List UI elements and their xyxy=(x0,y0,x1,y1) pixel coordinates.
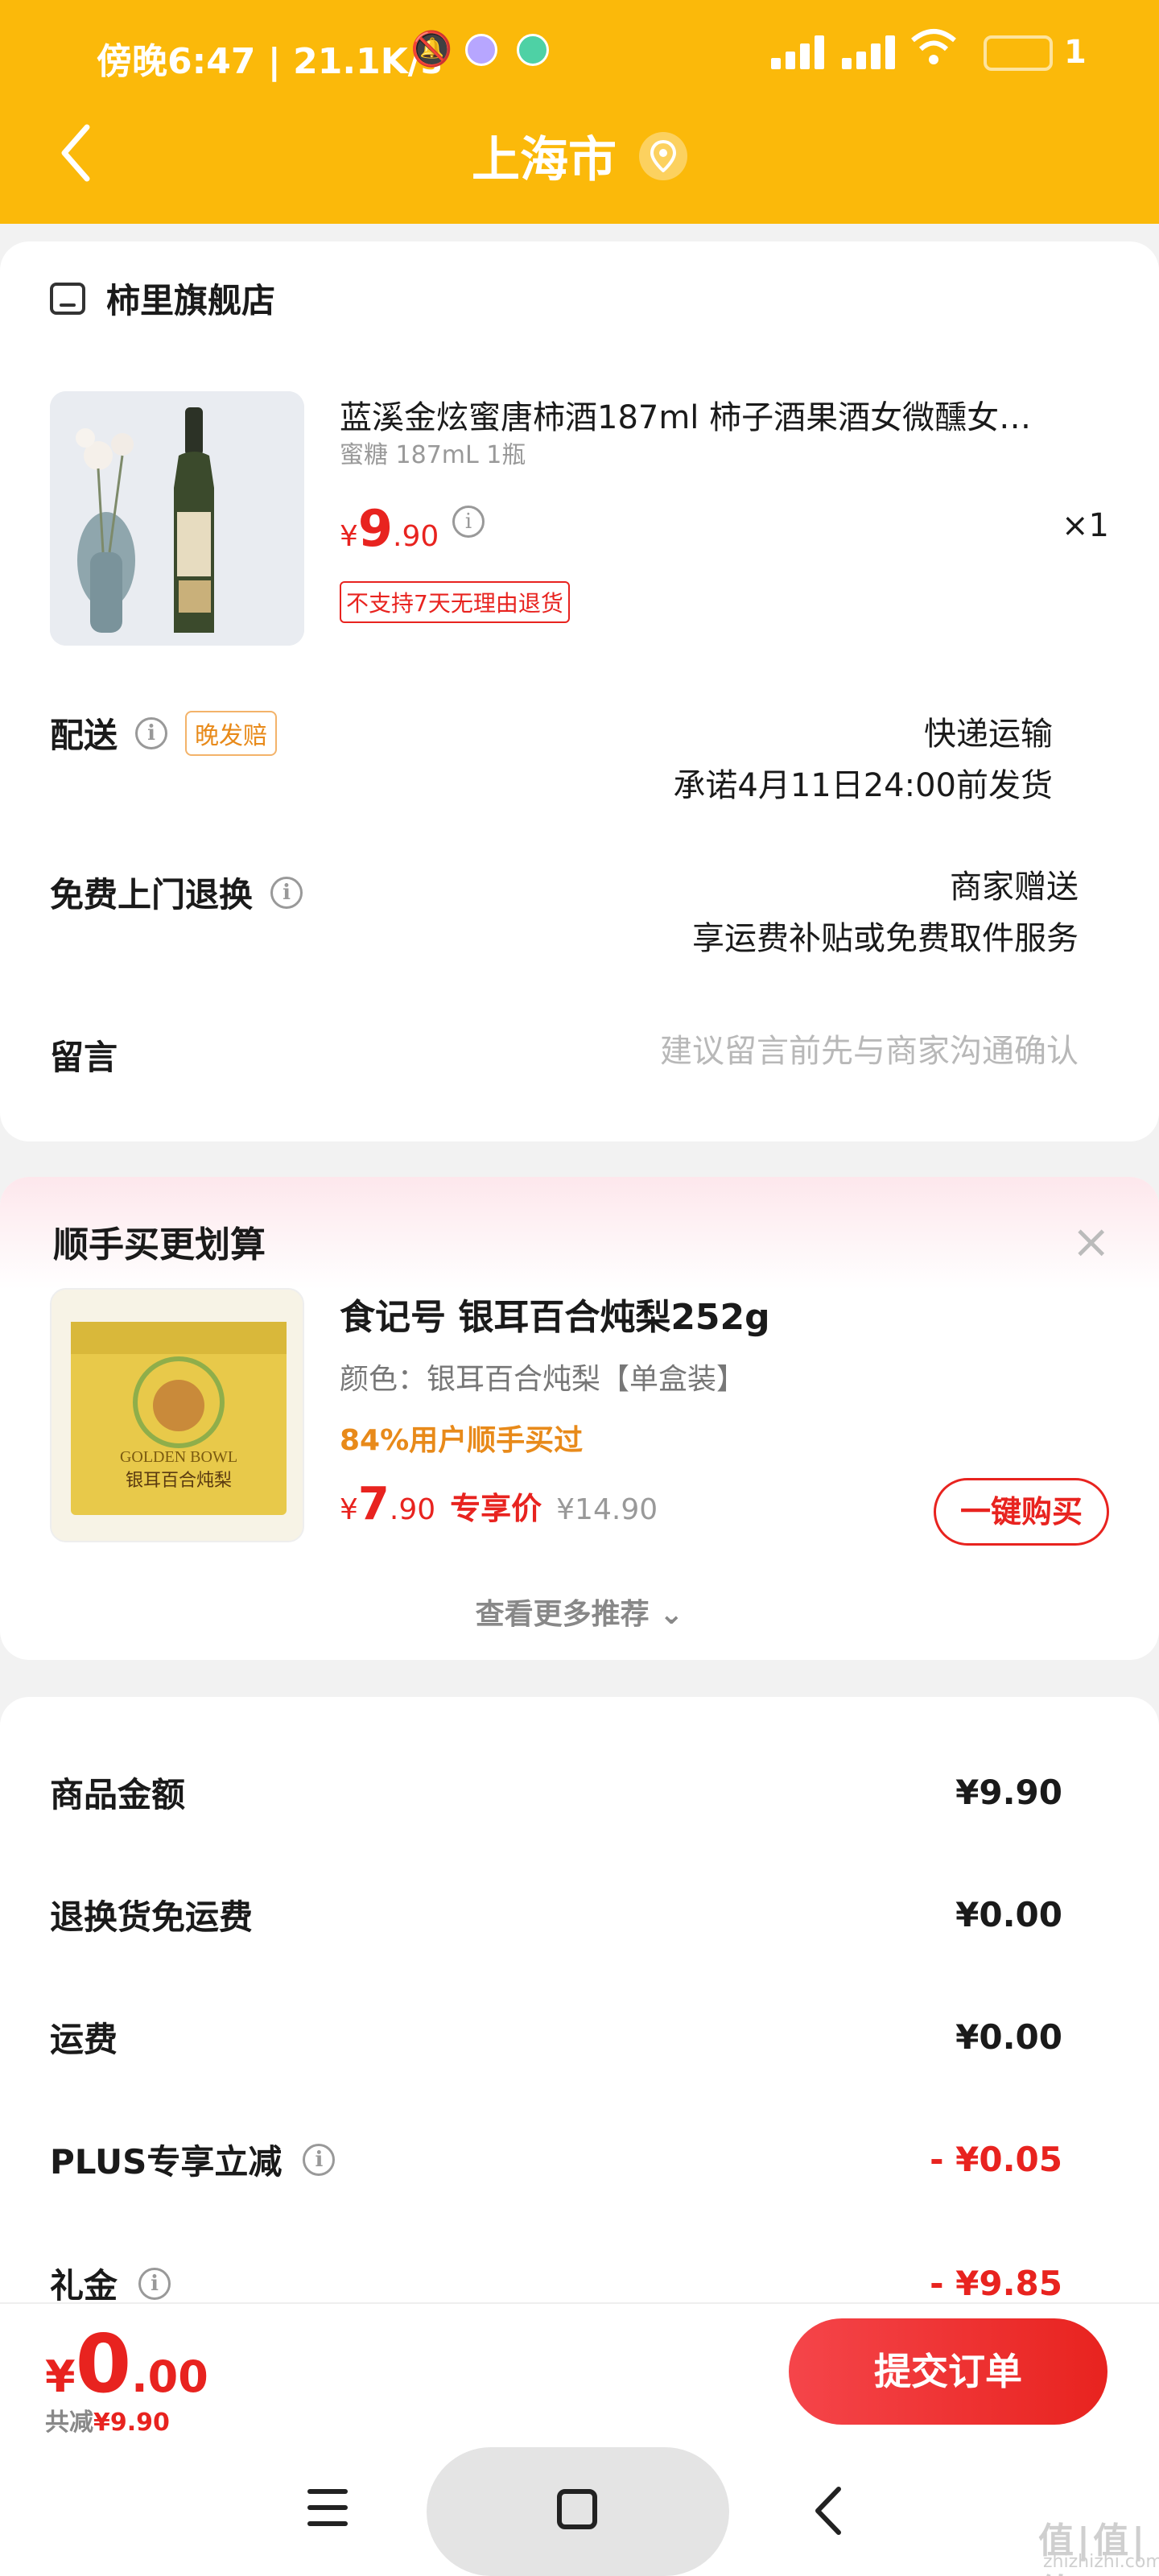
product-quantity: ×1 xyxy=(1062,507,1109,544)
app-notification-icon xyxy=(465,34,497,66)
summary-value: ¥9.90 xyxy=(955,1773,1062,1812)
summary-value: - ¥0.05 xyxy=(930,2140,1062,2179)
location-pin-icon[interactable] xyxy=(639,131,687,180)
summary-label: 退换货免运费 xyxy=(50,1897,254,1937)
bell-muted-icon: 🔕 xyxy=(410,29,453,68)
gift-info-icon[interactable]: i xyxy=(138,2267,171,2300)
recommend-title: 顺手买更划算 xyxy=(53,1224,266,1265)
summary-row-return-freight: 退换货免运费 ¥0.00 xyxy=(50,1890,1062,1939)
status-time: 傍晚6:47 | 21.1K/s xyxy=(97,41,443,82)
watermark-sub: zhizhizhi.com xyxy=(1043,2552,1159,2572)
summary-label: 礼金 xyxy=(50,2266,118,2306)
total-currency: ¥ xyxy=(45,2351,76,2402)
summary-row-freight: 运费 ¥0.00 xyxy=(50,2013,1062,2062)
summary-row-goods: 商品金额 ¥9.90 xyxy=(50,1768,1062,1817)
saved-value: ¥9.90 xyxy=(93,2409,170,2437)
recommend-price-decimal: .90 xyxy=(389,1493,436,1526)
summary-value: ¥0.00 xyxy=(955,1895,1062,1934)
summary-label: 运费 xyxy=(50,2020,118,2059)
top-header: 傍晚6:47 | 21.1K/s 🔕 1 上海市 xyxy=(0,0,1159,224)
original-price: ¥14.90 xyxy=(556,1493,658,1526)
delivery-row-label: 配送 i 晚发赔 xyxy=(50,708,278,758)
free-return-line2: 享运费补贴或免费取件服务 xyxy=(692,920,1079,957)
delivery-method: 快递运输 xyxy=(924,716,1053,753)
price-info-icon[interactable]: i xyxy=(452,506,485,538)
battery-icon xyxy=(984,35,1053,71)
recommend-price: ¥7.90 xyxy=(340,1478,435,1530)
free-return-label: 免费上门退换 xyxy=(50,875,254,914)
close-icon[interactable]: × xyxy=(1071,1214,1111,1269)
battery-level: 1 xyxy=(1064,34,1087,71)
summary-value: ¥0.00 xyxy=(955,2017,1062,2057)
summary-value: - ¥9.85 xyxy=(930,2264,1062,2303)
saved-label: 共减 xyxy=(45,2409,93,2437)
signal-icon xyxy=(771,35,829,69)
product-spec: 蜜糖 187mL 1瓶 xyxy=(340,441,526,469)
delivery-label: 配送 xyxy=(50,716,118,755)
delivery-info-icon[interactable]: i xyxy=(135,716,168,749)
recommend-item-title[interactable]: 食记号 银耳百合炖梨252g xyxy=(340,1288,770,1340)
status-bar: 傍晚6:47 | 21.1K/s 🔕 1 xyxy=(0,24,1159,89)
message-label: 留言 xyxy=(50,1030,118,1080)
price-currency: ¥ xyxy=(340,520,358,553)
system-back-icon[interactable] xyxy=(808,2483,848,2539)
wine-bottle-image xyxy=(50,391,304,646)
late-compensation-tag: 晚发赔 xyxy=(185,710,278,756)
submit-order-button[interactable]: 提交订单 xyxy=(789,2318,1107,2425)
product-title[interactable]: 蓝溪金炫蜜唐柿酒187ml 柿子酒果酒女微醺女… xyxy=(340,391,1112,438)
recommend-price-currency: ¥ xyxy=(340,1493,358,1526)
price-decimal: .90 xyxy=(393,520,439,553)
free-return-detail: 商家赠送 享运费补贴或免费取件服务 xyxy=(692,861,1079,964)
location-title: 上海市 xyxy=(472,132,617,188)
free-return-line1: 商家赠送 xyxy=(950,869,1079,906)
shop-name: 柿里旗舰店 xyxy=(106,281,276,320)
plus-info-icon[interactable]: i xyxy=(303,2143,336,2176)
message-label-text: 留言 xyxy=(50,1038,118,1077)
recommend-item-popularity: 84%用户顺手买过 xyxy=(340,1424,584,1457)
total-decimal: .00 xyxy=(131,2351,208,2402)
product-image[interactable] xyxy=(50,391,304,646)
summary-row-plus-discount: PLUS专享立减 i - ¥0.05 xyxy=(50,2135,1062,2184)
more-recommend-link[interactable]: 查看更多推荐 ⌄ xyxy=(0,1591,1159,1633)
system-nav-bar xyxy=(0,2447,1159,2576)
price-integer: 9 xyxy=(357,499,394,558)
free-return-row-label: 免费上门退换 i xyxy=(50,868,303,917)
signal-icon-2 xyxy=(842,35,900,69)
page-title: 上海市 xyxy=(0,121,1159,191)
one-click-buy-button[interactable]: 一键购买 xyxy=(934,1478,1109,1546)
shop-header[interactable]: 柿里旗舰店 xyxy=(50,274,275,323)
free-return-info-icon[interactable]: i xyxy=(270,876,303,909)
vip-price-label: 专享价 xyxy=(450,1491,542,1526)
delivery-detail[interactable]: 快递运输 承诺4月11日24:00前发货 xyxy=(673,708,1053,811)
summary-label: PLUS专享立减 xyxy=(50,2142,283,2182)
wifi-icon xyxy=(911,29,956,64)
home-square-icon[interactable] xyxy=(557,2489,597,2529)
store-icon xyxy=(50,282,85,315)
summary-label: 商品金额 xyxy=(50,1775,186,1814)
message-input[interactable]: 建议留言前先与商家沟通确认 xyxy=(660,1026,1079,1077)
saved-amount[interactable]: 共减¥9.90 xyxy=(45,2402,170,2438)
app-notification-icon-2 xyxy=(517,34,549,66)
recommend-price-row: ¥7.90 专享价 ¥14.90 xyxy=(340,1478,658,1530)
recents-menu-icon[interactable] xyxy=(307,2489,348,2526)
total-price: ¥0.00 xyxy=(45,2317,208,2411)
recommend-price-integer: 7 xyxy=(357,1478,390,1530)
no-return-tag: 不支持7天无理由退货 xyxy=(340,581,570,623)
box-brand-text: GOLDEN BOWL xyxy=(120,1448,237,1466)
food-box-image: GOLDEN BOWL 银耳百合炖梨 xyxy=(52,1290,303,1541)
summary-row-gift-money: 礼金 i - ¥9.85 xyxy=(50,2259,1062,2308)
recommend-product-image[interactable]: GOLDEN BOWL 银耳百合炖梨 xyxy=(50,1288,304,1542)
product-price: ¥9.90 xyxy=(340,499,439,558)
total-integer: 0 xyxy=(75,2317,132,2411)
recommend-item-color: 颜色：银耳百合炖梨【单盒装】 xyxy=(340,1363,746,1396)
box-cn-text: 银耳百合炖梨 xyxy=(126,1471,232,1491)
delivery-promise: 承诺4月11日24:00前发货 xyxy=(673,767,1053,804)
order-item-card xyxy=(0,242,1159,1141)
